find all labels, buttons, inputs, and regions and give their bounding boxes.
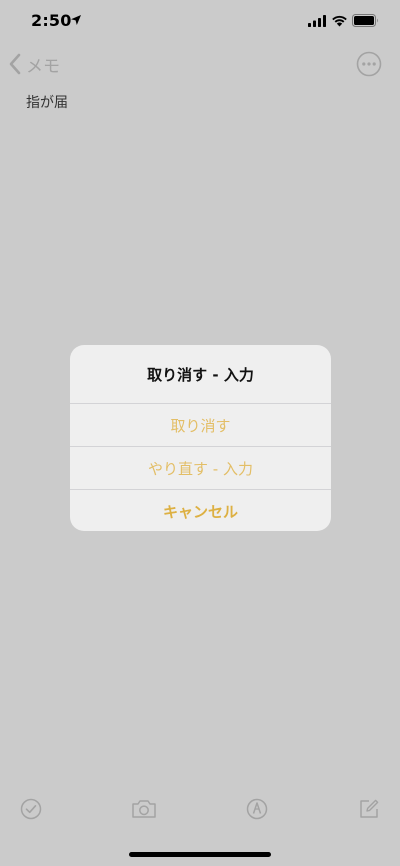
camera-icon[interactable] <box>131 798 157 820</box>
bottom-toolbar <box>0 796 400 830</box>
markup-pen-icon[interactable] <box>246 798 268 820</box>
back-label: メモ <box>26 56 60 77</box>
home-indicator[interactable] <box>129 852 271 857</box>
status-time: 2:50 <box>31 11 72 30</box>
compose-icon[interactable] <box>358 798 380 820</box>
dialog-title: 取り消す - 入力 <box>147 365 254 384</box>
location-arrow-icon <box>71 15 81 25</box>
wifi-icon <box>332 15 347 27</box>
note-body-text[interactable]: 指が届 <box>26 92 68 112</box>
status-bar: 2:50 <box>0 0 400 44</box>
chevron-left-icon <box>9 53 21 75</box>
battery-icon <box>352 14 378 27</box>
cellular-signal-icon <box>308 15 326 27</box>
more-options-icon[interactable] <box>356 51 382 77</box>
back-button[interactable]: メモ <box>8 50 60 78</box>
undo-button[interactable]: 取り消す <box>70 403 331 446</box>
checklist-icon[interactable] <box>20 798 42 820</box>
redo-button[interactable]: やり直す - 入力 <box>70 446 331 489</box>
cancel-button[interactable]: キャンセル <box>70 489 331 531</box>
undo-alert-dialog: 取り消す - 入力 取り消す やり直す - 入力 キャンセル <box>70 345 331 531</box>
notes-screen: 2:50 メモ 指が届 取り消す - 入力 取り消す やり直す - 入力 キャン… <box>0 0 400 866</box>
